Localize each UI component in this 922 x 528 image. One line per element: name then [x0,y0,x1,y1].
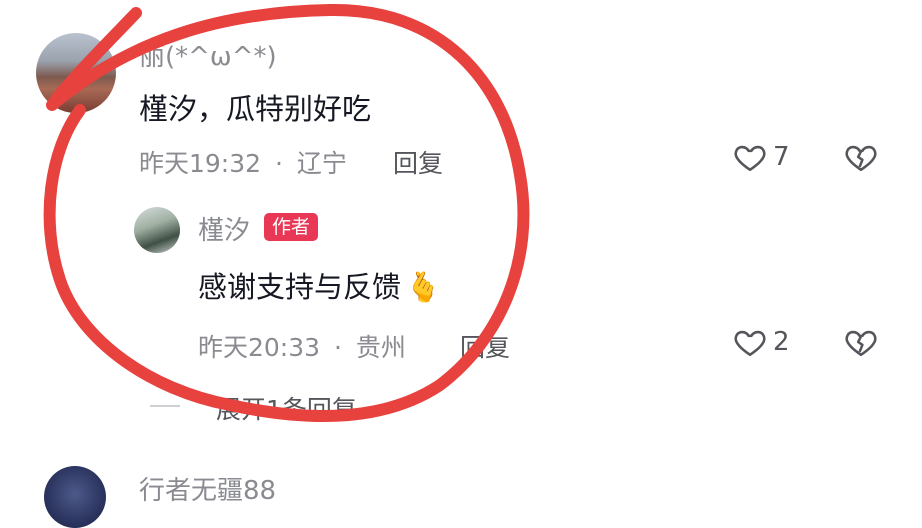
heart-outline-icon [734,145,766,172]
like-count: 2 [773,327,790,357]
reply-like-button[interactable]: 2 [733,325,790,359]
comment-like-button[interactable]: 7 [733,140,790,174]
finger-heart-emoji: 🫰 [405,270,442,304]
reply-time: 昨天20:33 [198,333,321,362]
reply-username[interactable]: 槿汐 [198,210,250,247]
comment-time: 昨天19:32 [139,149,262,178]
expand-replies-button[interactable]: 展开1条回复 [216,390,357,426]
comment-dislike-button[interactable] [843,140,879,174]
comment-meta: 昨天19:32 · 辽宁 [139,144,347,180]
next-commenter-username[interactable]: 行者无疆88 [139,470,276,507]
author-badge: 作者 [264,213,319,241]
reply-meta: 昨天20:33 · 贵州 [198,328,406,364]
reply-text-body: 感谢支持与反馈 [198,270,402,304]
comment-location: 辽宁 [296,149,347,178]
next-commenter-avatar[interactable] [44,466,106,528]
reply-dislike-button[interactable] [843,325,879,359]
reply-reply-button[interactable]: 回复 [460,328,510,364]
expand-divider [150,405,180,407]
heart-outline-icon [734,330,766,357]
meta-separator: · [275,149,283,178]
commenter-username[interactable]: 丽(*^ω^*) [139,36,277,73]
reply-author-avatar[interactable] [134,207,180,253]
comment-text: 槿汐，瓜特别好吃 [139,92,372,126]
broken-heart-icon [845,145,877,172]
reply-text: 感谢支持与反馈 🫰 [198,264,441,306]
meta-separator: · [334,333,342,362]
broken-heart-icon [845,330,877,357]
like-count: 7 [773,142,790,172]
reply-location: 贵州 [355,333,406,362]
comment-reply-button[interactable]: 回复 [393,144,443,180]
commenter-avatar[interactable] [36,33,116,113]
